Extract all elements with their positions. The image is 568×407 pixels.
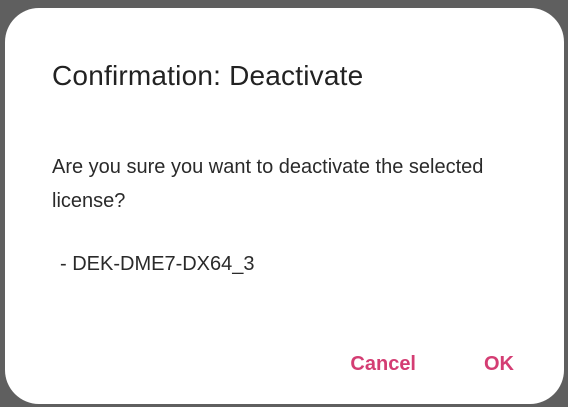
dialog-actions: Cancel OK <box>350 353 514 376</box>
ok-button[interactable]: OK <box>484 353 514 376</box>
cancel-button[interactable]: Cancel <box>350 353 416 376</box>
dialog-message: Are you sure you want to deactivate the … <box>52 156 484 212</box>
confirmation-dialog: Confirmation: Deactivate Are you sure yo… <box>5 8 564 404</box>
license-item: - DEK-DME7-DX64_3 <box>60 253 255 275</box>
dialog-title: Confirmation: Deactivate <box>52 60 364 91</box>
